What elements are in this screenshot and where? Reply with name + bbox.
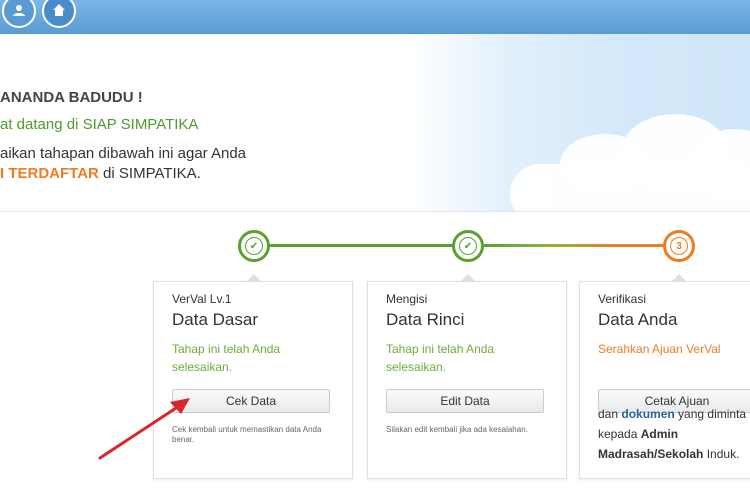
home-nav-button[interactable] (42, 0, 76, 28)
user-icon (12, 3, 26, 20)
step-connector-2-3 (484, 244, 665, 247)
step-3-number: 3 (670, 237, 688, 255)
step-card-data-rinci: Mengisi Data Rinci Tahap ini telah Anda … (367, 281, 567, 479)
edit-data-button[interactable]: Edit Data (386, 389, 544, 413)
user-greeting-name: ANANDA BADUDU ! (0, 89, 143, 106)
instruction-line-2-rest: di SIMPATIKA. (98, 165, 201, 182)
step-status: Tahap ini telah Anda selesaikan. (172, 342, 281, 374)
step-1-indicator: ✔ (238, 230, 270, 262)
home-icon (52, 3, 66, 20)
step-description: dan dokumen yang diminta kepada Admin Ma… (598, 407, 747, 461)
welcome-banner: ANANDA BADUDU ! at datang di SIAP SIMPAT… (0, 34, 750, 212)
step-title: Data Rinci (386, 310, 465, 329)
instruction-line-1: aikan tahapan dibawah ini agar Anda (0, 145, 247, 162)
sky-background (410, 34, 750, 211)
step-status: Tahap ini telah Anda selesaikan. (386, 342, 495, 374)
check-icon: ✔ (459, 237, 477, 255)
page: ANANDA BADUDU ! at datang di SIAP SIMPAT… (0, 0, 750, 500)
step-card-data-dasar: VerVal Lv.1 Data Dasar Tahap ini telah A… (153, 281, 353, 479)
step-2-indicator: ✔ (452, 230, 484, 262)
step-label: Mengisi (386, 292, 428, 306)
step-card-verifikasi: Verifikasi Data Anda Serahkan Ajuan VerV… (579, 281, 750, 479)
step-title: Data Anda (598, 310, 678, 329)
user-nav-button[interactable] (2, 0, 36, 28)
step-note: Cek kembali untuk memastikan data Anda b… (172, 425, 322, 444)
step-title: Data Dasar (172, 310, 258, 329)
step-connector-1-2 (269, 244, 454, 247)
step-label: Verifikasi (598, 292, 647, 306)
step-note: Silakan edit kembali jika ada kesalahan. (386, 425, 528, 434)
step-status: Serahkan Ajuan VerVal (598, 342, 721, 356)
instruction-line-2: I TERDAFTAR di SIMPATIKA. (0, 165, 201, 182)
progress-steps: ✔ ✔ 3 VerVal Lv.1 Data Dasar Tahap ini t… (0, 212, 750, 500)
check-icon: ✔ (245, 237, 263, 255)
welcome-message: at datang di SIAP SIMPATIKA (0, 116, 199, 133)
dokumen-link[interactable]: dokumen (621, 407, 674, 421)
cek-data-button[interactable]: Cek Data (172, 389, 330, 413)
top-navbar (0, 0, 750, 34)
registered-highlight: I TERDAFTAR (0, 165, 99, 182)
step-3-indicator: 3 (663, 230, 695, 262)
step-label: VerVal Lv.1 (172, 292, 232, 306)
